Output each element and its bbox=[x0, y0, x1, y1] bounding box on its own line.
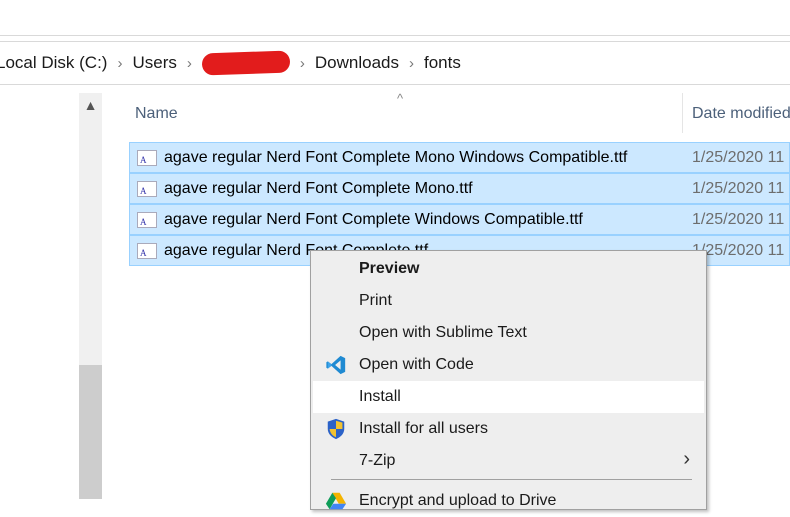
file-row[interactable]: A agave regular Nerd Font Complete Mono.… bbox=[129, 173, 790, 204]
chevron-right-icon[interactable]: › bbox=[300, 55, 305, 72]
scroll-up-icon[interactable]: ▲ bbox=[79, 97, 102, 113]
menu-item-print[interactable]: Print bbox=[313, 285, 704, 317]
file-date: 1/25/2020 11 bbox=[692, 149, 785, 166]
menu-label: Open with Code bbox=[359, 356, 474, 373]
menu-label: Install bbox=[359, 388, 401, 405]
scrollbar-thumb[interactable] bbox=[79, 365, 102, 499]
menu-item-preview[interactable]: Preview bbox=[313, 253, 704, 285]
vscode-icon bbox=[326, 355, 346, 375]
menu-item-encrypt-upload-drive[interactable]: Encrypt and upload to Drive bbox=[313, 485, 704, 517]
menu-label: Open with Sublime Text bbox=[359, 324, 527, 341]
column-header: ^ Name Date modified bbox=[129, 91, 790, 135]
file-row[interactable]: A agave regular Nerd Font Complete Windo… bbox=[129, 204, 790, 235]
breadcrumb[interactable]: Local Disk (C:) › Users › › Downloads › … bbox=[0, 42, 790, 85]
menu-label: Print bbox=[359, 292, 392, 309]
google-drive-icon bbox=[325, 492, 347, 510]
breadcrumb-fonts[interactable]: fonts bbox=[424, 53, 461, 73]
chevron-right-icon[interactable]: › bbox=[409, 55, 414, 72]
toolbar-divider bbox=[0, 35, 790, 36]
breadcrumb-downloads[interactable]: Downloads bbox=[315, 53, 399, 73]
uac-shield-icon bbox=[327, 418, 345, 440]
menu-item-install-all-users[interactable]: Install for all users bbox=[313, 413, 704, 445]
menu-label: 7-Zip bbox=[359, 452, 396, 469]
file-name: agave regular Nerd Font Complete Mono Wi… bbox=[164, 149, 628, 166]
file-date: 1/25/2020 11 bbox=[692, 180, 785, 197]
breadcrumb-users[interactable]: Users bbox=[132, 53, 176, 73]
column-date-modified[interactable]: Date modified bbox=[692, 105, 790, 123]
menu-item-7zip[interactable]: 7-Zip › bbox=[313, 445, 704, 477]
menu-item-install[interactable]: Install bbox=[313, 381, 704, 413]
context-menu: Preview Print Open with Sublime Text Ope… bbox=[310, 250, 707, 510]
menu-label: Preview bbox=[359, 260, 420, 277]
menu-item-open-sublime[interactable]: Open with Sublime Text bbox=[313, 317, 704, 349]
font-file-icon: A bbox=[137, 212, 157, 228]
menu-separator bbox=[331, 479, 692, 480]
chevron-right-icon[interactable]: › bbox=[117, 55, 122, 72]
menu-label: Install for all users bbox=[359, 420, 488, 437]
chevron-right-icon[interactable]: › bbox=[187, 55, 192, 72]
file-name: agave regular Nerd Font Complete Windows… bbox=[164, 211, 583, 228]
file-name: agave regular Nerd Font Complete Mono.tt… bbox=[164, 180, 473, 197]
breadcrumb-local-disk[interactable]: Local Disk (C:) bbox=[0, 53, 107, 73]
file-date: 1/25/2020 11 bbox=[692, 211, 785, 228]
redacted-username[interactable] bbox=[201, 50, 291, 76]
file-row[interactable]: A agave regular Nerd Font Complete Mono … bbox=[129, 142, 790, 173]
menu-label: Encrypt and upload to Drive bbox=[359, 492, 557, 509]
font-file-icon: A bbox=[137, 150, 157, 166]
submenu-arrow-icon: › bbox=[683, 448, 690, 470]
sort-ascending-icon: ^ bbox=[397, 91, 404, 106]
column-name[interactable]: Name bbox=[135, 105, 178, 123]
column-divider[interactable] bbox=[682, 93, 683, 133]
font-file-icon: A bbox=[137, 243, 157, 259]
menu-item-open-code[interactable]: Open with Code bbox=[313, 349, 704, 381]
font-file-icon: A bbox=[137, 181, 157, 197]
nav-pane-scrollbar[interactable]: ▲ bbox=[79, 93, 102, 499]
